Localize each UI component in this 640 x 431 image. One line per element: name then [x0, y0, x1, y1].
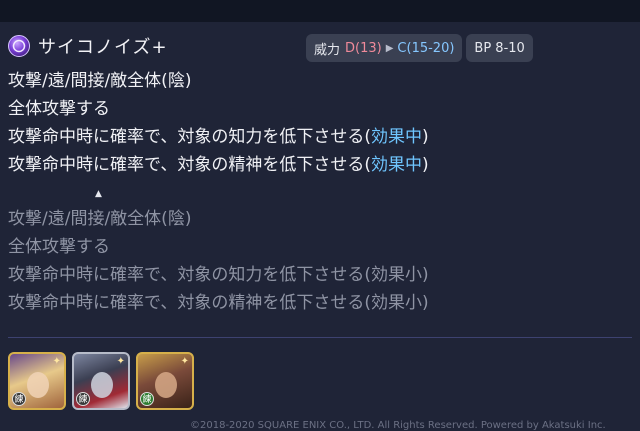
- character-portrait[interactable]: ✦ 練: [8, 352, 66, 410]
- power-from: D(13): [345, 40, 382, 56]
- bp-badge: BP 8-10: [466, 34, 533, 62]
- portrait-face: [91, 372, 113, 398]
- grade-badge: 練: [76, 392, 90, 406]
- copyright-text: ©2018-2020 SQUARE ENIX CO., LTD. All Rig…: [190, 420, 606, 431]
- effect-line: 攻撃/遠/間接/敵全体(陰): [8, 71, 192, 91]
- star-icon: ✦: [180, 356, 189, 367]
- portrait-face: [27, 372, 49, 398]
- grade-badge: 練: [140, 392, 154, 406]
- skill-name: サイコノイズ+: [38, 37, 168, 58]
- effect-text-end: ): [421, 127, 429, 147]
- top-bar: [0, 0, 640, 22]
- effect-text: 攻撃命中時に確率で、対象の知力を低下させる(: [8, 127, 371, 147]
- current-effects: 攻撃/遠/間接/敵全体(陰) 全体攻撃する 攻撃命中時に確率で、対象の知力を低下…: [8, 67, 429, 179]
- effect-status: 効果中: [370, 127, 422, 147]
- divider: [8, 337, 632, 338]
- previous-effects: 攻撃/遠/間接/敵全体(陰) 全体攻撃する 攻撃命中時に確率で、対象の知力を低下…: [8, 205, 429, 317]
- skill-stats: 威力 D(13) ▶ C(15-20) BP 8-10: [306, 34, 533, 62]
- skill-header: サイコノイズ+: [8, 33, 168, 59]
- character-portrait[interactable]: ✦ 練: [72, 352, 130, 410]
- caret-up-icon: ▲: [95, 189, 102, 199]
- effect-text-end: ): [421, 155, 429, 175]
- effect-line: 攻撃命中時に確率で、対象の知力を低下させる(効果中): [8, 123, 429, 151]
- effect-text: 攻撃命中時に確率で、対象の精神を低下させる(: [8, 155, 371, 175]
- bp-value: BP 8-10: [474, 40, 525, 56]
- star-icon: ✦: [52, 356, 61, 367]
- psychic-orb-icon: [8, 35, 30, 57]
- character-list: ✦ 練 ✦ 練 ✦ 練: [8, 352, 194, 410]
- power-to: C(15-20): [397, 40, 455, 56]
- effect-line: 攻撃命中時に確率で、対象の知力を低下させる(効果小): [8, 265, 429, 285]
- effect-line: 全体攻撃する: [8, 99, 110, 119]
- effect-status: 効果中: [370, 155, 422, 175]
- effect-line: 攻撃命中時に確率で、対象の精神を低下させる(効果中): [8, 151, 429, 179]
- arrow-right-icon: ▶: [385, 42, 394, 54]
- power-badge: 威力 D(13) ▶ C(15-20): [306, 34, 463, 62]
- effect-line: 攻撃/遠/間接/敵全体(陰): [8, 209, 192, 229]
- star-icon: ✦: [116, 356, 125, 367]
- grade-badge: 練: [12, 392, 26, 406]
- power-label: 威力: [314, 42, 341, 58]
- character-portrait[interactable]: ✦ 練: [136, 352, 194, 410]
- portrait-face: [155, 372, 177, 398]
- effect-line: 全体攻撃する: [8, 237, 110, 257]
- effect-line: 攻撃命中時に確率で、対象の精神を低下させる(効果小): [8, 293, 429, 313]
